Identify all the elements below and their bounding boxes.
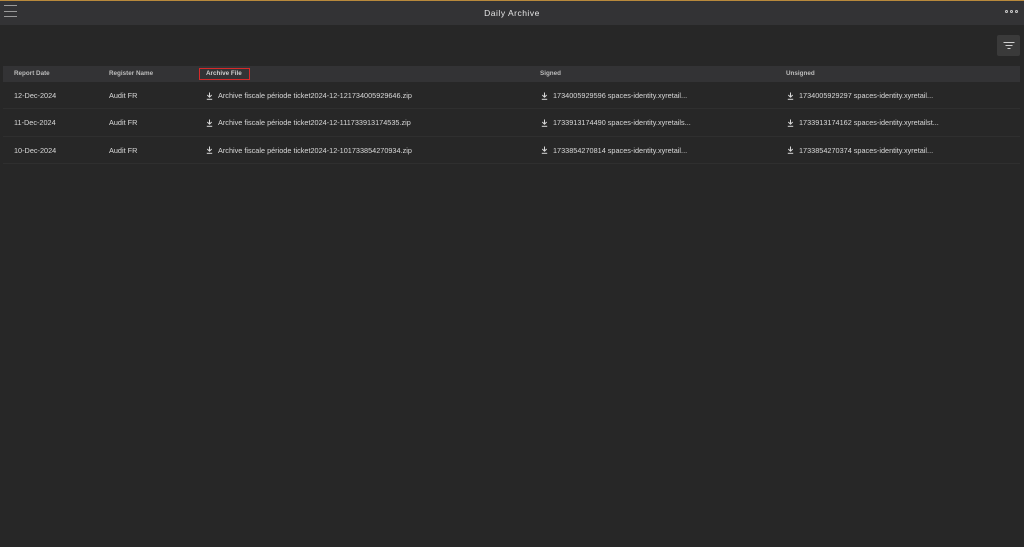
download-icon [206, 119, 213, 127]
table-row: 10-Dec-2024 Audit FR Archive fiscale pério… [3, 137, 1020, 164]
filter-icon [1003, 41, 1014, 50]
download-icon [206, 92, 213, 100]
signed-file-name: 1733854270814 spaces-identity.xyretail..… [553, 145, 688, 155]
column-header-signed[interactable]: Signed [540, 66, 561, 82]
register-name-cell: Audit FR [109, 91, 138, 100]
download-icon [541, 119, 548, 127]
archive-file-name: Archive fiscale période ticket2024-12-11… [218, 118, 411, 128]
top-bar: Daily Archive [0, 0, 1024, 25]
download-icon [787, 119, 794, 127]
column-header-report-date[interactable]: Report Date [14, 66, 50, 82]
column-header-register-name[interactable]: Register Name [109, 66, 153, 82]
table-body: 12-Dec-2024 Audit FR Archive fiscale pério… [3, 82, 1020, 164]
signed-file-download-link[interactable]: 1734005929596 spaces-identity.xyretail..… [541, 82, 687, 109]
page-title: Daily Archive [484, 8, 540, 18]
signed-file-download-link[interactable]: 1733854270814 spaces-identity.xyretail..… [541, 137, 687, 164]
report-date-cell: 12-Dec-2024 [14, 91, 57, 100]
table-row: 11-Dec-2024 Audit FR Archive fiscale pério… [3, 109, 1020, 137]
signed-file-download-link[interactable]: 1733913174490 spaces-identity.xyretails.… [541, 109, 691, 136]
signed-file-name: 1733913174490 spaces-identity.xyretails.… [553, 118, 691, 128]
download-icon [541, 146, 548, 154]
download-icon [541, 92, 548, 100]
download-icon [787, 92, 794, 100]
hamburger-menu-icon[interactable] [4, 5, 17, 17]
report-date-cell: 10-Dec-2024 [14, 145, 57, 155]
table-header: Report Date Register Name Archive File S… [3, 66, 1020, 82]
register-name-cell: Audit FR [109, 145, 138, 155]
signed-file-name: 1734005929596 spaces-identity.xyretail..… [553, 91, 688, 100]
column-header-archive-file[interactable]: Archive File [199, 68, 250, 80]
archive-file-download-link[interactable]: Archive fiscale période ticket2024-12-11… [206, 109, 411, 136]
download-icon [206, 146, 213, 154]
archive-file-name: Archive fiscale période ticket2024-12-12… [218, 91, 412, 100]
column-header-unsigned[interactable]: Unsigned [786, 66, 815, 82]
unsigned-file-download-link[interactable]: 1733854270374 spaces-identity.xyretail..… [787, 137, 933, 164]
unsigned-file-name: 1734005929297 spaces-identity.xyretail..… [799, 91, 934, 100]
more-options-icon[interactable] [1005, 7, 1018, 15]
unsigned-file-download-link[interactable]: 1734005929297 spaces-identity.xyretail..… [787, 82, 933, 109]
report-date-cell: 11-Dec-2024 [14, 118, 56, 128]
archive-file-name: Archive fiscale période ticket2024-12-10… [218, 145, 412, 155]
unsigned-file-name: 1733913174162 spaces-identity.xyretailst… [799, 118, 939, 128]
archive-table: Report Date Register Name Archive File S… [3, 66, 1020, 164]
register-name-cell: Audit FR [109, 118, 138, 128]
archive-file-download-link[interactable]: Archive fiscale période ticket2024-12-10… [206, 137, 412, 164]
unsigned-file-name: 1733854270374 spaces-identity.xyretail..… [799, 145, 934, 155]
table-row: 12-Dec-2024 Audit FR Archive fiscale pério… [3, 82, 1020, 110]
filter-button[interactable] [997, 35, 1020, 56]
archive-file-download-link[interactable]: Archive fiscale période ticket2024-12-12… [206, 82, 412, 109]
unsigned-file-download-link[interactable]: 1733913174162 spaces-identity.xyretailst… [787, 109, 939, 136]
download-icon [787, 146, 794, 154]
